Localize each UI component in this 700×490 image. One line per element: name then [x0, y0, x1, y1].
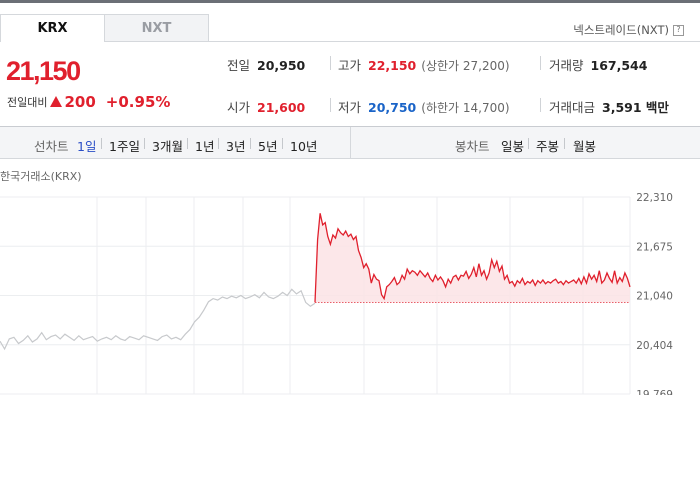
- y-tick-label: 22,310: [636, 192, 673, 204]
- period-1w[interactable]: 1주일: [109, 136, 140, 155]
- stat-label: 저가: [338, 100, 362, 115]
- stat-open: 시가 21,600: [227, 97, 305, 116]
- candle-chart-label: 봉차트: [455, 139, 490, 154]
- help-icon[interactable]: ?: [673, 24, 684, 36]
- price-line-chart[interactable]: 22,310 21,675 21,040 20,404 19,769: [0, 180, 700, 400]
- previous-session-line: [0, 288, 316, 351]
- candle-monthly[interactable]: 월봉: [573, 136, 596, 155]
- triangle-up-icon: [50, 96, 63, 107]
- chart-plot-area: 22,310 21,675 21,040 20,404 19,769: [0, 192, 673, 400]
- divider: [144, 138, 145, 149]
- divider: [218, 138, 219, 149]
- stat-volume: 거래량 167,544: [549, 55, 647, 74]
- change-label: 전일대비: [7, 96, 48, 109]
- divider: [250, 138, 251, 149]
- y-tick-label: 21,040: [636, 291, 673, 303]
- divider: [330, 56, 331, 70]
- stat-high: 고가 22,150 (상한가 27,200): [338, 55, 510, 74]
- candle-weekly[interactable]: 주봉: [536, 136, 559, 155]
- stat-value: 3,591 백만: [602, 100, 669, 115]
- period-1y[interactable]: 1년: [195, 136, 214, 155]
- stat-label: 거래대금: [549, 100, 596, 115]
- divider: [540, 56, 541, 70]
- stat-value: 20,950: [257, 58, 306, 73]
- divider: [540, 98, 541, 112]
- nextrade-link[interactable]: 넥스트레이드(NXT) ?: [573, 22, 684, 38]
- period-10y[interactable]: 10년: [290, 136, 317, 155]
- stat-label: 거래량: [549, 58, 584, 73]
- stat-lower-limit: (하한가 14,700): [421, 101, 510, 115]
- bar-divider: [350, 127, 351, 159]
- stat-value: 167,544: [590, 58, 648, 73]
- y-tick-label: 21,675: [636, 241, 673, 253]
- stat-trade-amount: 거래대금 3,591 백만: [549, 97, 669, 116]
- period-3m[interactable]: 3개월: [152, 136, 183, 155]
- current-price: 21,150: [6, 56, 81, 86]
- y-tick-label: 20,404: [636, 340, 673, 352]
- stat-value: 20,750: [368, 100, 417, 115]
- period-3y[interactable]: 3년: [226, 136, 245, 155]
- tab-divider: [104, 41, 700, 42]
- divider: [187, 138, 188, 149]
- stat-upper-limit: (상한가 27,200): [421, 59, 510, 73]
- tab-krx[interactable]: KRX: [0, 14, 105, 42]
- change-value: 200: [64, 93, 96, 111]
- stat-label: 시가: [227, 100, 251, 115]
- stat-low: 저가 20,750 (하한가 14,700): [338, 97, 510, 116]
- line-chart-label: 선차트: [34, 139, 69, 154]
- divider: [101, 138, 102, 149]
- tab-nxt[interactable]: NXT: [104, 14, 209, 42]
- period-1d[interactable]: 1일: [77, 136, 96, 155]
- stat-label: 전일: [227, 58, 251, 73]
- y-tick-label: 19,769: [636, 389, 673, 400]
- stat-label: 고가: [338, 58, 362, 73]
- candle-daily[interactable]: 일봉: [501, 136, 524, 155]
- nextrade-link-label: 넥스트레이드(NXT): [573, 23, 669, 37]
- divider: [330, 98, 331, 112]
- period-5y[interactable]: 5년: [258, 136, 277, 155]
- divider: [564, 138, 565, 149]
- stat-prev-close: 전일 20,950: [227, 55, 305, 74]
- divider: [528, 138, 529, 149]
- stat-value: 22,150: [368, 58, 417, 73]
- divider: [282, 138, 283, 149]
- top-border: [0, 0, 700, 3]
- change-rate: +0.95%: [105, 93, 171, 111]
- price-change: 전일대비 200 +0.95%: [7, 93, 170, 111]
- chart-period-bar: 선차트 1일 1주일 3개월 1년 3년 5년 10년 봉차트 일봉 주봉 월봉: [0, 127, 700, 159]
- stat-value: 21,600: [257, 100, 306, 115]
